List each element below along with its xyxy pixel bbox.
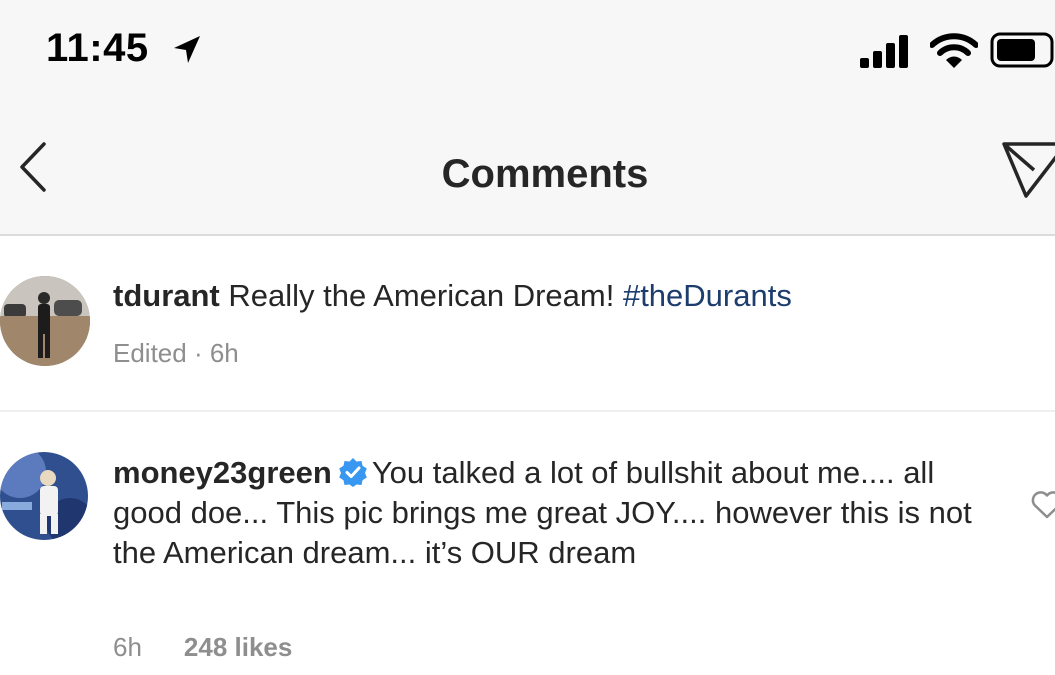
navigation-bar: Comments xyxy=(0,100,1055,236)
wifi-icon xyxy=(930,33,978,68)
status-time: 11:45 xyxy=(46,26,149,70)
signal-bars-icon xyxy=(860,35,908,68)
hashtag-link[interactable]: #theDurants xyxy=(623,278,792,313)
username-link[interactable]: tdurant xyxy=(113,278,220,313)
caption-text: tdurant Really the American Dream! #theD… xyxy=(113,276,1013,316)
comment-item: money23green You talked a lot of bullshi… xyxy=(0,412,1055,675)
heart-icon[interactable] xyxy=(1030,490,1055,520)
likes-count-link[interactable]: 248 likes xyxy=(184,632,292,662)
username-link[interactable]: money23green xyxy=(113,455,332,490)
avatar-photo xyxy=(0,276,90,366)
caption-comment: tdurant Really the American Dream! #theD… xyxy=(0,236,1055,412)
page-title: Comments xyxy=(441,152,649,196)
caption-message: Really the American Dream! xyxy=(228,278,615,313)
battery-icon xyxy=(990,32,1054,68)
avatar-tdurant[interactable] xyxy=(0,276,90,366)
avatar-money23green[interactable] xyxy=(0,452,88,540)
avatar-photo xyxy=(0,452,88,540)
status-bar: 11:45 xyxy=(0,0,1055,100)
caption-meta: Edited · 6h xyxy=(113,338,239,368)
location-arrow-icon xyxy=(174,36,200,63)
comment-text: money23green You talked a lot of bullshi… xyxy=(113,453,993,573)
comment-meta: 6h 248 likes xyxy=(113,632,292,663)
comment-time: 6h xyxy=(113,632,142,662)
paper-plane-icon[interactable] xyxy=(1000,138,1055,202)
verified-badge-icon xyxy=(339,458,367,487)
